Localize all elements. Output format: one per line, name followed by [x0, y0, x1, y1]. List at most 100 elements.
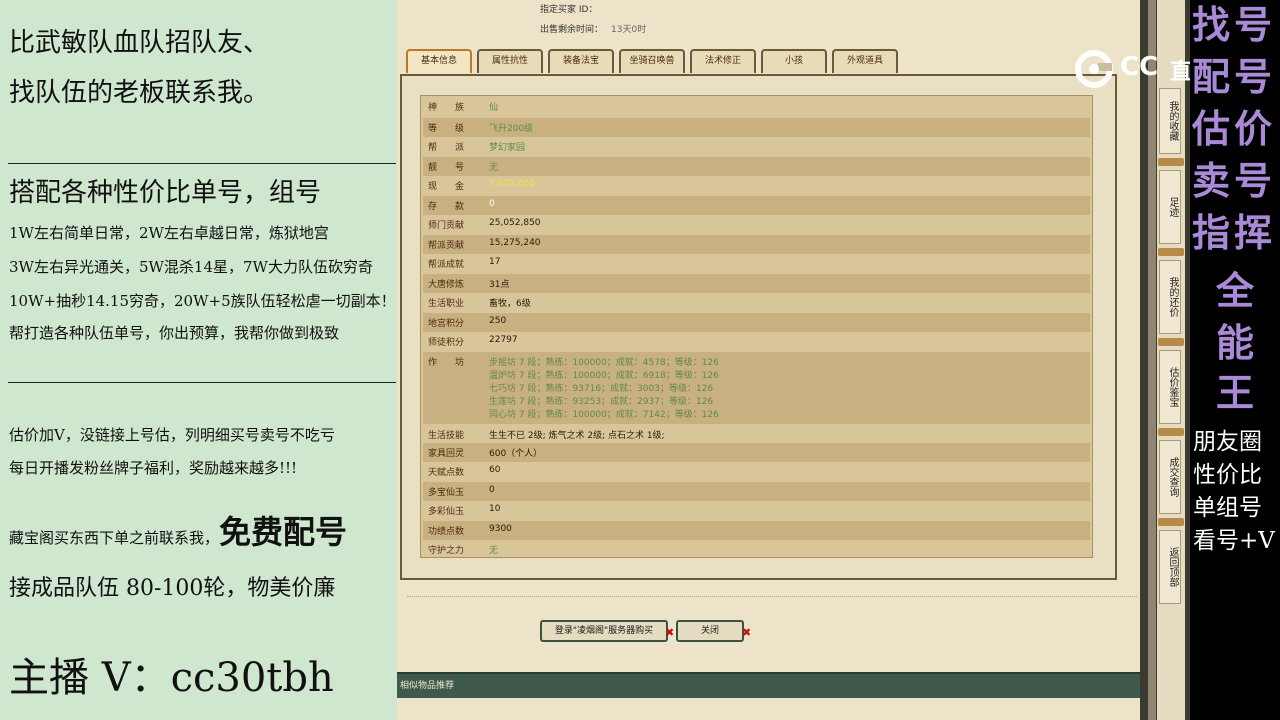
row-key: 等 级 [428, 124, 465, 134]
row-key: 靓 号 [428, 163, 465, 173]
row-key: 帮 派 [428, 143, 465, 153]
row-value: 10 [489, 504, 501, 514]
row-value: 7,070,000 [489, 179, 535, 189]
scrollbar[interactable] [1148, 0, 1156, 720]
info-row-guardian: 守护之力 无 [423, 543, 1090, 557]
divider [8, 163, 396, 164]
menu-appraisal[interactable]: 估价鉴宝 [1159, 350, 1181, 424]
promo-line-2: 找队伍的老板联系我。 [9, 78, 270, 108]
side-char: 估 [1192, 106, 1231, 151]
workshop-line: 生莲坊 7 段；熟练：93253；成就：2937；等级：126 [489, 397, 714, 407]
tab-basic-info[interactable]: 基本信息 [406, 49, 472, 73]
side-char: 卖 [1192, 158, 1231, 203]
row-key: 大唐修炼 [428, 280, 465, 290]
row-value: 15,275,240 [489, 238, 541, 248]
promo-line-3: 搭配各种性价比单号，组号 [9, 178, 322, 208]
side-char: 号 [1234, 2, 1273, 47]
promo-line-10: 藏宝阁买东西下单之前联系我，免费配号 [9, 507, 347, 553]
side-char: 价 [1234, 106, 1273, 151]
buyer-id-label: 指定买家 ID： [540, 5, 598, 15]
row-value: 600（个人） [489, 449, 543, 459]
buy-button[interactable]: 登录"凌烟阁"服务器购买 [540, 620, 668, 642]
row-key: 帮派贡献 [428, 241, 465, 251]
promo-panel: 比武敏队血队招队友、 找队伍的老板联系我。 搭配各种性价比单号，组号 1W左右简… [0, 0, 397, 720]
menu-separator [1158, 158, 1184, 166]
side-char: 指 [1192, 210, 1231, 255]
row-key: 多彩仙玉 [428, 507, 465, 517]
info-row-cultivation: 大唐修炼 31点 [423, 274, 1090, 293]
row-key: 帮派成就 [428, 260, 465, 270]
side-char: 挥 [1234, 210, 1273, 255]
row-key: 存 款 [428, 202, 465, 212]
promo-contact: 主播 V：cc30tbh [9, 655, 334, 701]
time-label: 出售剩余时间： [540, 25, 604, 35]
info-row-workshop: 作 坊 步摇坊 7 段；熟练：100000；成就：4578；等级：126 温炉坊… [423, 352, 1090, 424]
row-value: 无 [489, 546, 499, 556]
info-row-race: 神 族仙 [423, 100, 1090, 118]
info-row-guild-contribution: 帮派贡献 15,275,240 [423, 235, 1090, 254]
close-button[interactable]: 关闭 [676, 620, 744, 642]
row-key: 多宝仙玉 [428, 488, 465, 498]
info-row-nice-id: 靓 号无 [423, 157, 1090, 176]
promo-highlight: 免费配号 [219, 513, 348, 551]
row-value: 飞升200级 [489, 124, 534, 134]
side-char: 配 [1192, 54, 1231, 99]
cc-logo-icon [1075, 50, 1113, 88]
tab-children[interactable]: 小孩 [761, 49, 827, 73]
row-value: 梦幻家园 [489, 143, 526, 153]
menu-my-favorites[interactable]: 我的收藏 [1159, 88, 1181, 154]
row-value: 0 [489, 199, 495, 209]
row-key: 作 坊 [428, 358, 465, 368]
workshop-line: 步摇坊 7 段；熟练：100000；成就：4578；等级：126 [489, 358, 719, 368]
row-value: 生生不已 2级; 炼气之术 2级; 点石之术 1级; [489, 431, 665, 441]
menu-transaction-query[interactable]: 成交查询 [1159, 440, 1181, 514]
time-value: 13天0时 [611, 25, 647, 35]
info-row-furniture: 家具回灵 600（个人） [423, 443, 1090, 462]
dotted-divider [407, 596, 1137, 597]
promo-line-6: 10W+抽秒14.15穷奇，20W+5族队伍轻松虐一切副本！ [9, 292, 396, 310]
game-window: 指定买家 ID： 出售剩余时间： 13天0时 基本信息 属性抗性 装备法宝 坐骑召… [397, 0, 1140, 720]
tab-equipment[interactable]: 装备法宝 [548, 49, 614, 73]
side-char: 号 [1234, 158, 1273, 203]
row-key: 师门贡献 [428, 221, 465, 231]
promo-line-9: 每日开播发粉丝牌子福利，奖励越来越多!!! [9, 459, 298, 477]
menu-separator [1158, 248, 1184, 256]
tab-mounts-pets[interactable]: 坐骑召唤兽 [619, 49, 685, 73]
menu-footprint[interactable]: 足迹 [1159, 170, 1181, 244]
row-key: 天赋点数 [428, 468, 465, 478]
menu-separator [1158, 428, 1184, 436]
row-value: 25,052,850 [489, 218, 541, 228]
logo-text: CC [1120, 52, 1159, 82]
side-char: 全 [1216, 268, 1255, 313]
tab-spell-correction[interactable]: 法术修正 [690, 49, 756, 73]
side-menu: 我的收藏 足迹 我的还价 估价鉴宝 成交查询 返回顶部 [1140, 0, 1190, 720]
side-char: 能 [1216, 320, 1255, 365]
row-key: 师徒积分 [428, 338, 465, 348]
side-line: 看号+V [1193, 528, 1275, 554]
similar-items-bar[interactable]: 相似物品推荐 [397, 672, 1140, 698]
time-remaining: 出售剩余时间： 13天0时 [540, 22, 646, 35]
menu-back-to-top[interactable]: 返回顶部 [1159, 530, 1181, 604]
tab-appearance[interactable]: 外观道具 [832, 49, 898, 73]
menu-my-counteroffer[interactable]: 我的还价 [1159, 260, 1181, 334]
row-value: 0 [489, 485, 495, 495]
row-value: 31点 [489, 280, 510, 290]
side-line: 朋友圈 [1193, 429, 1262, 455]
row-value: 畜牧，6级 [489, 299, 531, 309]
menu-separator [1158, 518, 1184, 526]
row-key: 现 金 [428, 182, 465, 192]
row-value: 60 [489, 465, 501, 475]
row-key: 守护之力 [428, 546, 465, 556]
side-line: 性价比 [1193, 462, 1262, 488]
info-row-level: 等 级 飞升200级 [423, 118, 1090, 137]
side-char: 王 [1216, 370, 1255, 415]
promo-line-8: 估价加V，没链接上号估，列明细买号卖号不吃亏 [9, 426, 335, 444]
side-char: 找 [1192, 2, 1231, 47]
row-value: 9300 [489, 524, 512, 534]
promo-line-4: 1W左右简单日常，2W左右卓越日常，炼狱地宫 [9, 224, 329, 242]
promo-line-7: 帮打造各种队伍单号，你出预算，我帮你做到极致 [9, 324, 340, 342]
info-table: 神 族仙 等 级飞升200级 帮 派梦幻家园 靓 号无 现 金 7,070,000… [420, 95, 1093, 558]
side-char: 号 [1234, 54, 1273, 99]
tab-attributes[interactable]: 属性抗性 [477, 49, 543, 73]
divider [8, 382, 396, 383]
